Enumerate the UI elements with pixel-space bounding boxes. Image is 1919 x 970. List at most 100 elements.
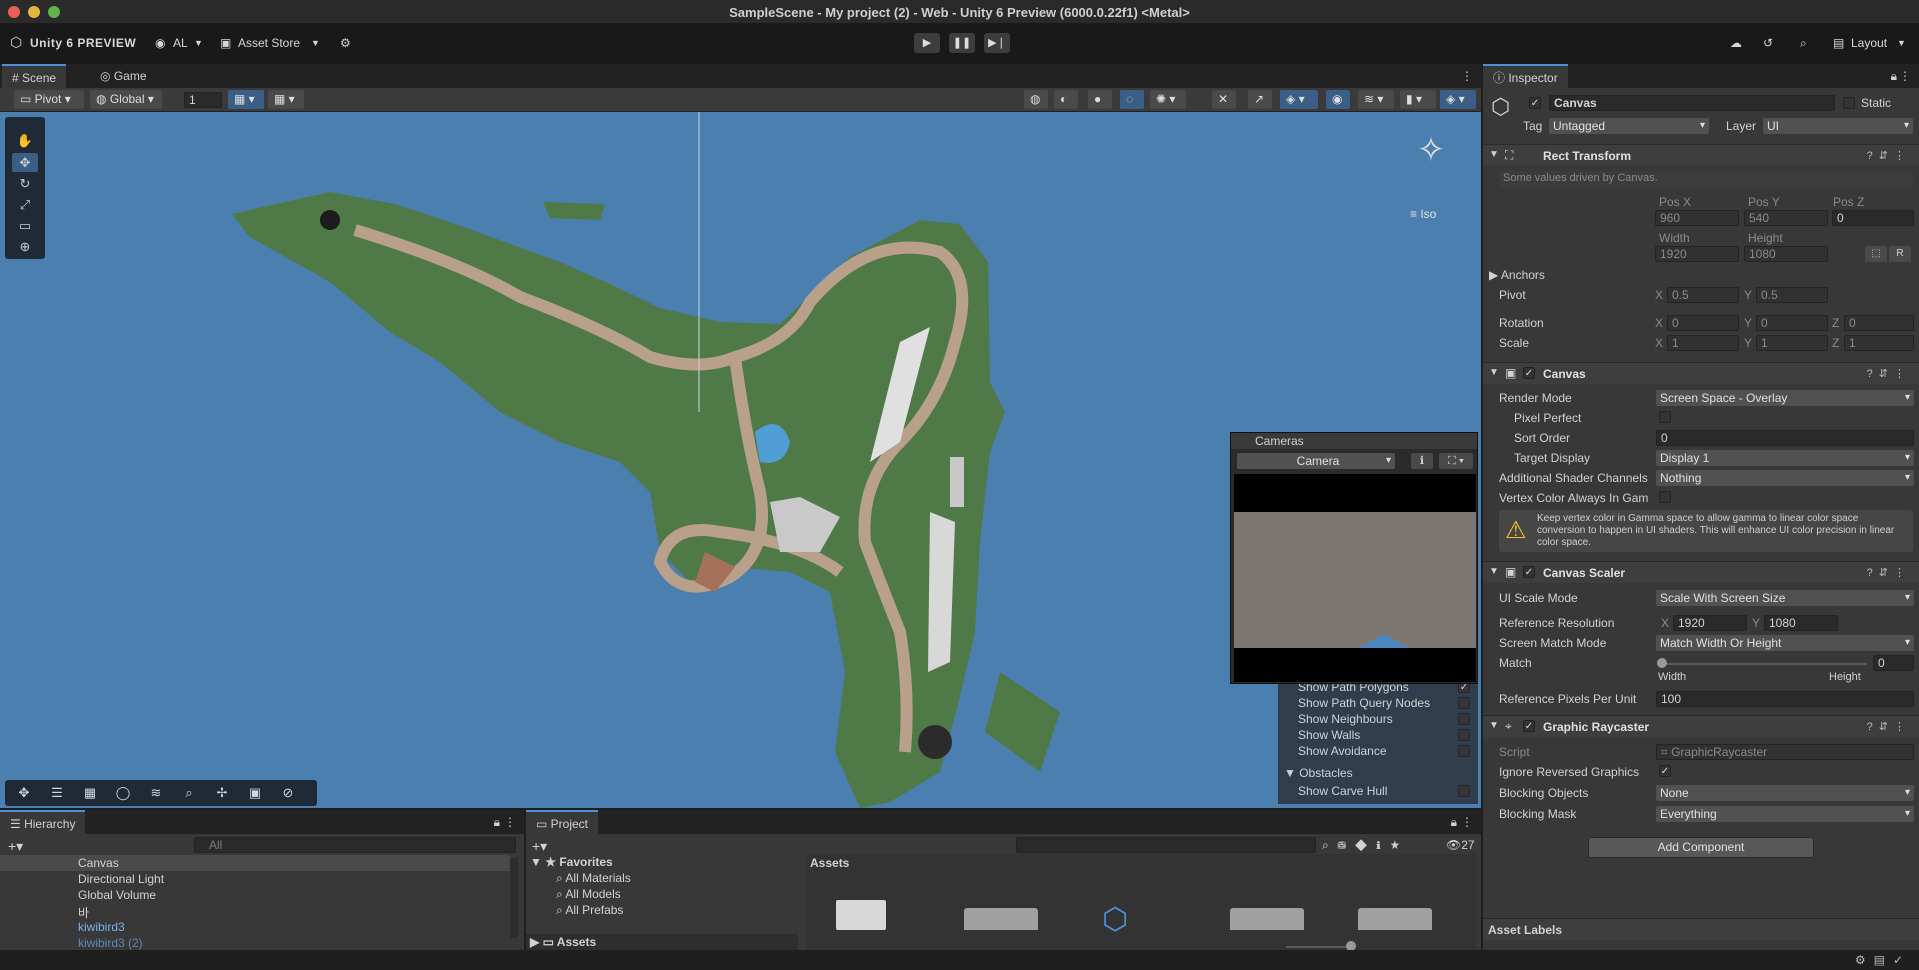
nav-checkbox[interactable] [1458, 785, 1470, 797]
component-menu-icons[interactable]: ?⇵⋮ [1867, 367, 1911, 380]
rot-z-field[interactable]: 0 [1844, 315, 1914, 331]
visibility-button[interactable]: ◉ [1326, 90, 1350, 109]
object-name-field[interactable]: Canvas [1549, 95, 1835, 111]
nav-item[interactable]: Show Carve Hull [1298, 784, 1478, 798]
assets-foldout[interactable]: ▶ ▭ Assets [526, 934, 798, 950]
rotate-tool-icon[interactable]: ↻ [12, 174, 38, 193]
component-menu-icons[interactable]: ?⇵⋮ [1867, 149, 1911, 162]
hierarchy-add-icon[interactable]: +▾ [8, 838, 23, 855]
nav-item[interactable]: Show Walls [1298, 728, 1478, 742]
hidden-count-badge[interactable]: 👁︎27 [1446, 838, 1475, 852]
project-add-icon[interactable]: +▾ [532, 838, 547, 855]
pivot-y-field[interactable]: 0.5 [1756, 287, 1828, 303]
grid-toggle-button[interactable]: ▦ ▾ [228, 90, 264, 109]
active-checkbox[interactable]: ✓ [1529, 97, 1541, 109]
rect-transform-header[interactable]: ▼ ⛶ Rect Transform ?⇵⋮ [1483, 144, 1919, 166]
canvas-enabled-checkbox[interactable]: ✓ [1523, 367, 1535, 379]
overlay-circle-icon[interactable]: ◯ [110, 783, 136, 803]
layer-dropdown[interactable]: UI [1763, 118, 1913, 134]
camera-dropdown[interactable]: Camera [1237, 453, 1395, 469]
favorites-foldout[interactable]: ▼ ★ Favorites [530, 855, 613, 869]
hierarchy-more-icon[interactable]: ⋮ [504, 815, 516, 829]
static-checkbox[interactable] [1843, 97, 1855, 109]
overlay-layers-icon[interactable]: ≋ [143, 783, 169, 803]
graphic-raycaster-header[interactable]: ▼ ⌖ ✓ Graphic Raycaster ?⇵⋮ [1483, 715, 1919, 737]
scale-y-field[interactable]: 1 [1756, 335, 1828, 351]
inspector-lock-icon[interactable]: 🔒︎ [1891, 69, 1897, 84]
nav-item[interactable]: Show Path Query Nodes [1298, 696, 1478, 710]
ppu-field[interactable]: 100 [1656, 691, 1914, 707]
lighting-button[interactable]: ◌ [1120, 90, 1144, 109]
draw-mode-button[interactable]: ◍ [1024, 90, 1048, 109]
rot-y-field[interactable]: 0 [1756, 315, 1828, 331]
favorite-item[interactable]: ⌕ All Prefabs [556, 903, 623, 918]
step-button[interactable]: ▶❘ [984, 33, 1010, 53]
scene-tab-more-icon[interactable]: ⋮ [1461, 69, 1473, 83]
sort-order-field[interactable]: 0 [1656, 430, 1914, 446]
camera-maximize-icon[interactable]: ⛶ ▾ [1439, 453, 1473, 469]
layout-dropdown[interactable]: Layout [1851, 36, 1887, 50]
asset-folder-icon[interactable] [1358, 908, 1432, 930]
component-menu-icons[interactable]: ?⇵⋮ [1867, 720, 1911, 733]
favorite-item[interactable]: ⌕ All Materials [556, 871, 631, 886]
nav-item[interactable]: Show Avoidance [1298, 744, 1478, 758]
overlay-grid-icon[interactable]: ▦ [77, 783, 103, 803]
nav-checkbox[interactable] [1458, 697, 1470, 709]
overlay-display-icon[interactable]: ▣ [242, 783, 268, 803]
account-chevron-icon[interactable]: ▼ [194, 38, 203, 48]
hand-tool-icon[interactable]: ✋ [12, 131, 38, 150]
screen-match-mode-dropdown[interactable]: Match Width Or Height [1656, 635, 1914, 651]
script-field[interactable]: ⌗ GraphicRaycaster [1656, 744, 1914, 760]
play-button[interactable]: ▶ [914, 33, 940, 53]
asset-labels-bar[interactable]: Asset Labels [1483, 918, 1919, 940]
settings-gear-icon[interactable]: ⚙ [340, 36, 351, 50]
gizmos-button[interactable]: ◈ ▾ [1440, 90, 1476, 109]
width-field[interactable]: 1920 [1655, 246, 1739, 262]
rect-tool-icon[interactable]: ▭ [12, 216, 38, 235]
canvas-scaler-header[interactable]: ▼ ▣ ✓ Canvas Scaler ?⇵⋮ [1483, 561, 1919, 583]
audio-button[interactable]: ✕ [1212, 90, 1236, 109]
pivot-x-field[interactable]: 0.5 [1667, 287, 1739, 303]
obstacles-foldout[interactable]: ▼ Obstacles [1284, 766, 1353, 780]
inspector-more-icon[interactable]: ⋮ [1899, 69, 1911, 83]
match-field[interactable]: 0 [1873, 655, 1914, 671]
hierarchy-item[interactable]: Canvas [0, 855, 510, 871]
add-component-button[interactable]: Add Component [1588, 837, 1814, 858]
effects-button[interactable]: ✺ ▾ [1150, 90, 1186, 109]
grid-snap-input[interactable]: 1 [184, 92, 222, 108]
shader-channels-dropdown[interactable]: Nothing [1656, 470, 1914, 486]
ref-resolution-y-field[interactable]: 1080 [1764, 615, 1838, 631]
posx-field[interactable]: 960 [1655, 210, 1739, 226]
snap-toggle-button[interactable]: ▦ ▾ [268, 90, 304, 109]
orientation-gizmo[interactable]: ✧ [1404, 130, 1458, 184]
search-icon[interactable]: ⌕ [1800, 36, 1807, 51]
favorite-item[interactable]: ⌕ All Models [556, 887, 621, 902]
anchors-foldout[interactable]: ▶ Anchors [1489, 268, 1545, 282]
tab-game[interactable]: ◎ Game [90, 64, 157, 88]
pivot-dropdown[interactable]: ▭ Pivot ▾ [14, 90, 84, 109]
overlay-compass-icon[interactable]: ⊘ [275, 783, 301, 803]
nav-item[interactable]: Show Neighbours [1298, 712, 1478, 726]
canvas-scaler-enabled-checkbox[interactable]: ✓ [1523, 566, 1535, 578]
raw-edit-button[interactable]: R [1889, 246, 1911, 262]
layers-button[interactable]: ≋ ▾ [1358, 90, 1394, 109]
camera-info-icon[interactable]: ℹ [1411, 453, 1433, 469]
hierarchy-item[interactable]: Global Volume [78, 888, 156, 902]
ref-resolution-x-field[interactable]: 1920 [1673, 615, 1747, 631]
tag-dropdown[interactable]: Untagged [1549, 118, 1709, 134]
hierarchy-search-input[interactable]: All [194, 837, 516, 853]
asset-store-chevron-icon[interactable]: ▼ [311, 38, 320, 48]
ui-scale-mode-dropdown[interactable]: Scale With Screen Size [1656, 590, 1914, 606]
canvas-component-header[interactable]: ▼ ▣ ✓ Canvas ?⇵⋮ [1483, 362, 1919, 384]
global-dropdown[interactable]: ◍ Global ▾ [90, 90, 162, 109]
project-search-input[interactable] [1016, 837, 1316, 853]
project-filter-icons[interactable]: ⌕⛁◆ℹ★ [1322, 838, 1409, 853]
tab-scene[interactable]: # Scene [2, 64, 67, 88]
match-slider-thumb[interactable] [1657, 658, 1667, 668]
hierarchy-item[interactable]: Directional Light [78, 872, 164, 886]
posz-field[interactable]: 0 [1832, 210, 1914, 226]
tab-project[interactable]: ▭ Project [526, 810, 599, 834]
target-display-dropdown[interactable]: Display 1 [1656, 450, 1914, 466]
transform-tool-icon[interactable]: ⊕ [12, 237, 38, 256]
scale-x-field[interactable]: 1 [1667, 335, 1739, 351]
